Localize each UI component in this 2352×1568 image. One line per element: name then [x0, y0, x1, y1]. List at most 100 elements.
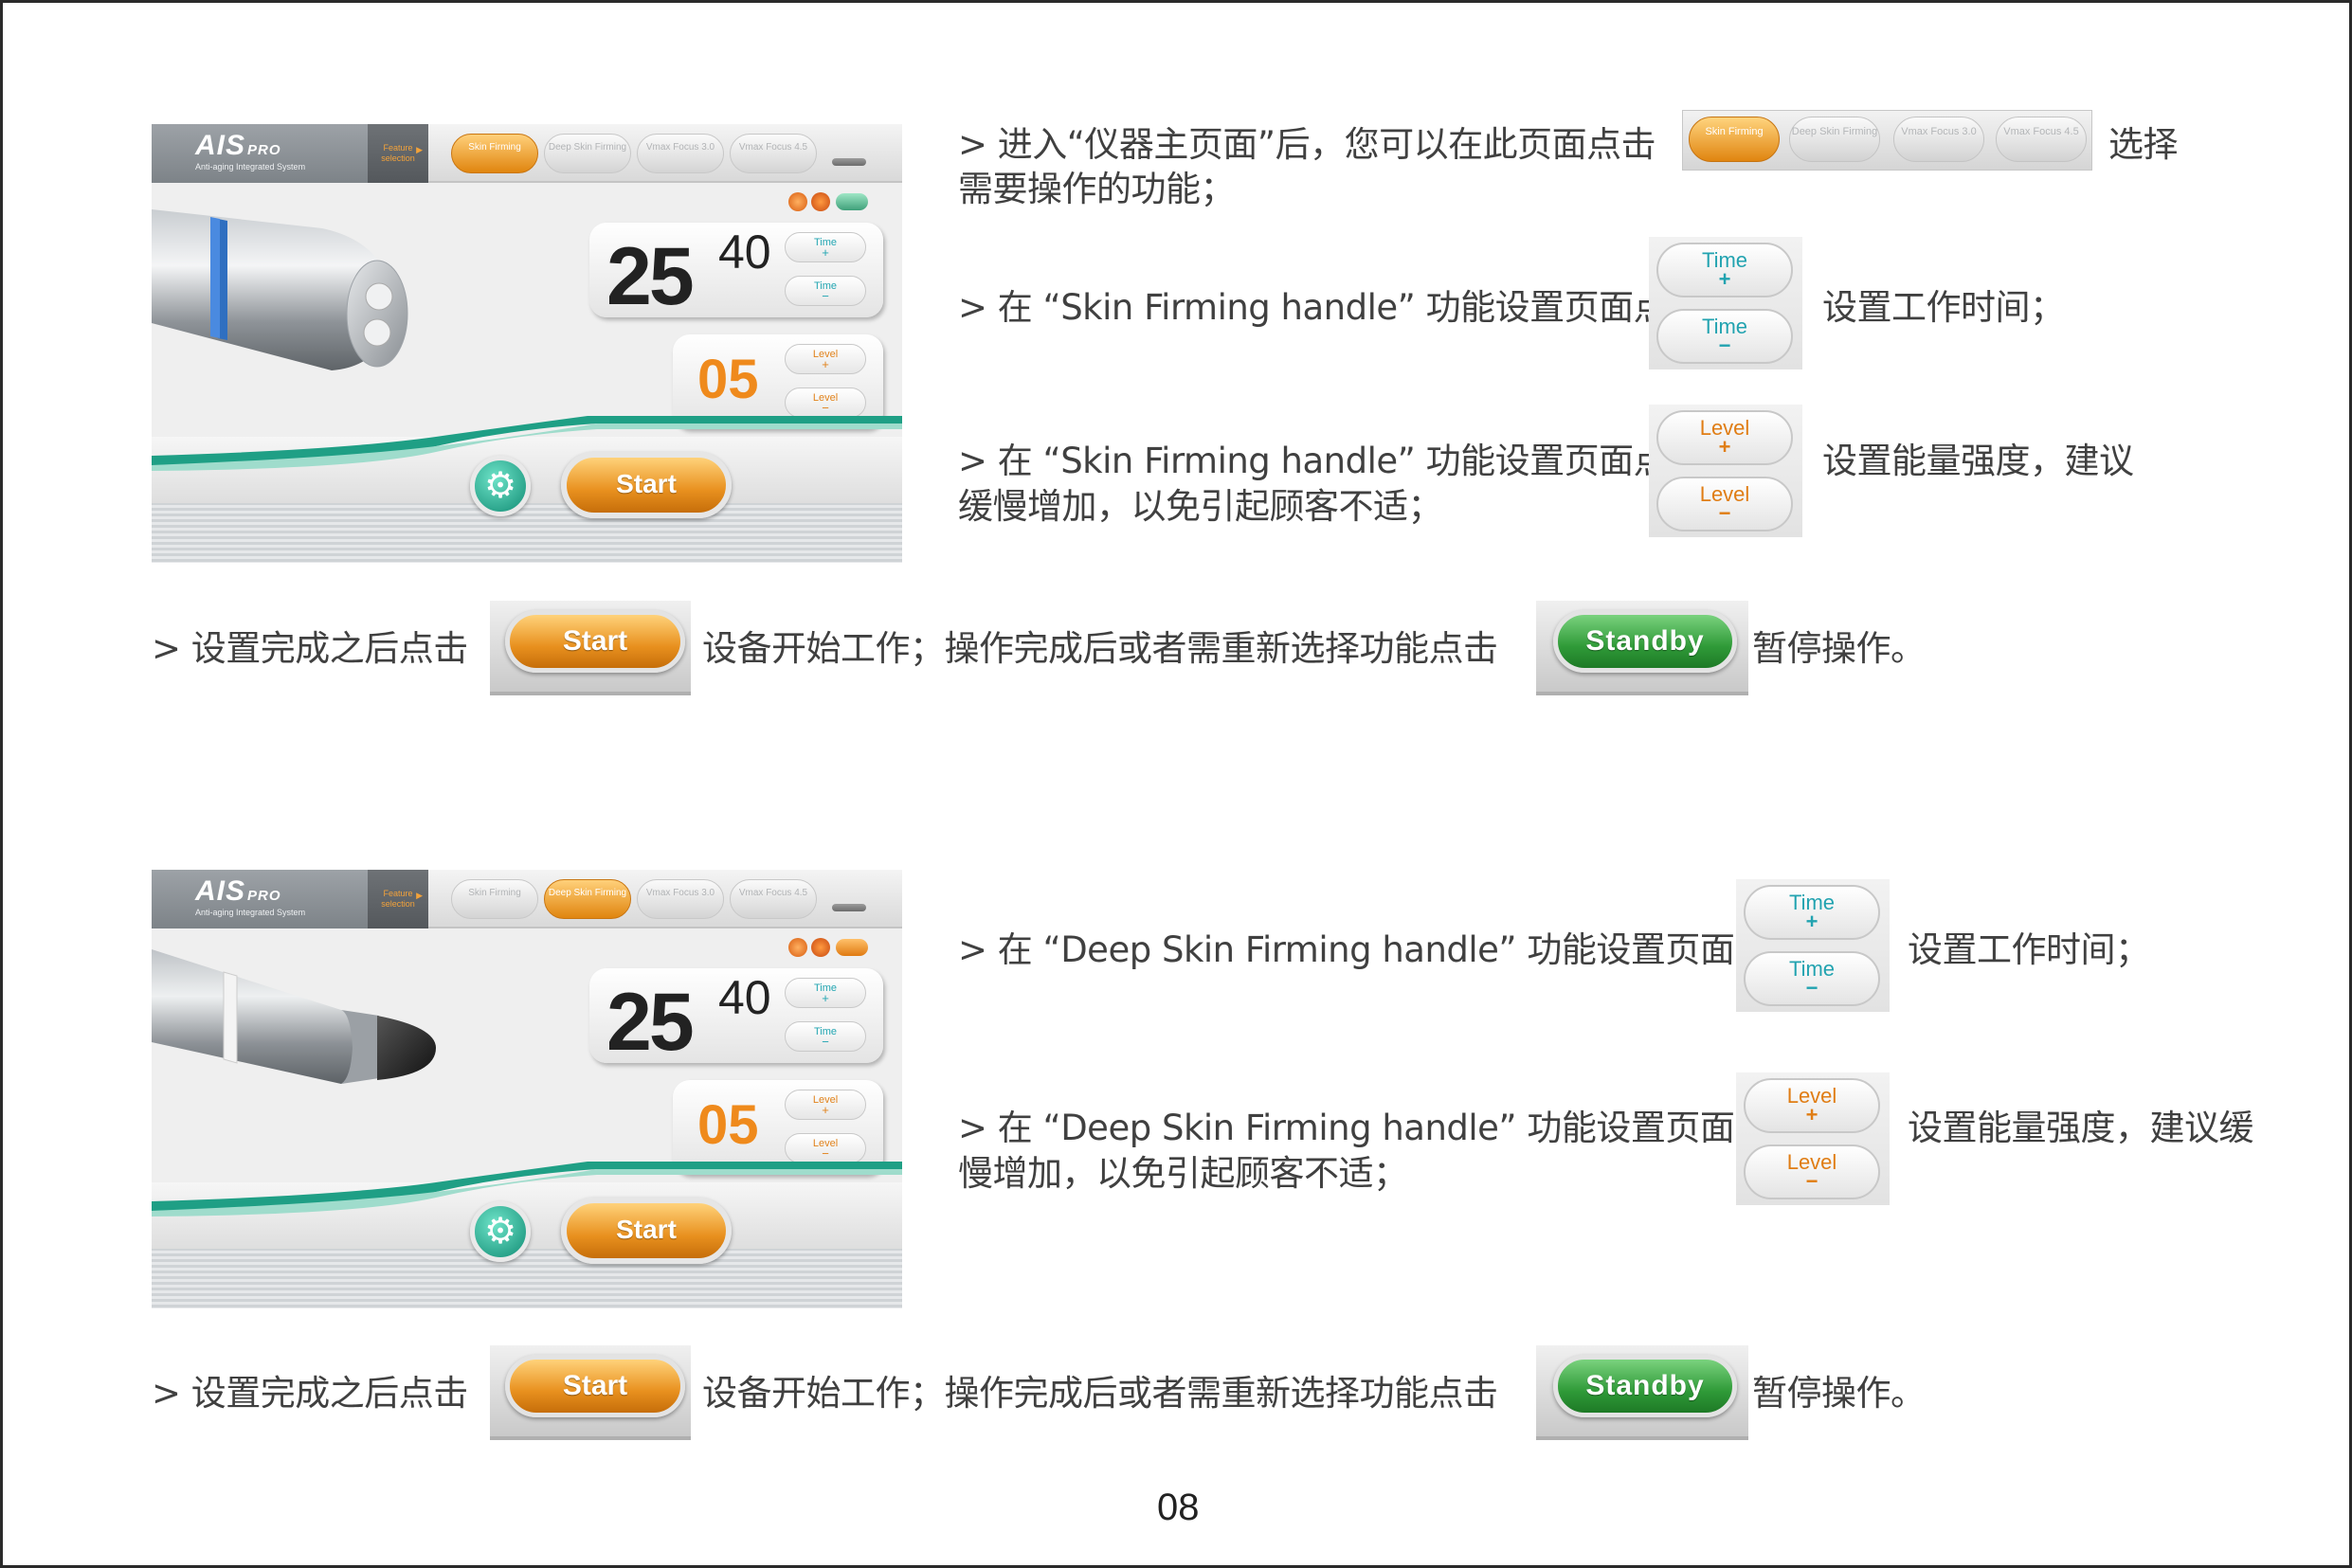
gear-settings-button[interactable]: ⚙ — [470, 456, 531, 516]
pic-time-minus: Time − — [1744, 951, 1880, 1006]
teal-wave-decoration — [152, 1162, 902, 1217]
logo-subtitle: Anti-aging Integrated System — [195, 908, 306, 917]
pic-plus: + — [1805, 910, 1818, 933]
pic-standby-button: Standby — [1553, 610, 1737, 673]
logo-suffix: PRO — [247, 142, 281, 158]
handle-status-icon — [836, 939, 868, 956]
pic-start-button: Start — [505, 1355, 685, 1417]
pic-time-minus: Time − — [1656, 309, 1793, 364]
tab-skin-firming[interactable]: Skin Firming — [451, 879, 538, 919]
feature-selection-label: Feature selection — [368, 870, 428, 928]
pic-start-button: Start — [505, 610, 685, 673]
level-plus-button[interactable]: Level + — [785, 344, 866, 374]
device-screen-deep-skin-firming: AIS PRO Anti-aging Integrated System Feat… — [152, 870, 902, 1308]
time-minus-button[interactable]: Time − — [785, 1021, 866, 1052]
pic-level-minus: Level − — [1744, 1144, 1880, 1199]
level-value: 05 — [697, 1094, 759, 1156]
tab-deep-skin-firming[interactable]: Deep Skin Firming — [544, 134, 631, 173]
time-minus-button[interactable]: Time − — [785, 276, 866, 306]
level-value: 05 — [697, 349, 759, 410]
timer-panel: 25 40 Time + Time − — [589, 968, 883, 1068]
pic-tab-vmax-focus-3: Vmax Focus 3.0 — [1893, 117, 1984, 162]
pic-level-plus: Level + — [1744, 1078, 1880, 1133]
pic-tab-deep-skin-firming: Deep Skin Firming — [1789, 117, 1880, 162]
pic-tab-vmax-focus-4-5: Vmax Focus 4.5 — [1996, 117, 2087, 162]
tab-deep-skin-firming[interactable]: Deep Skin Firming — [544, 879, 631, 919]
start-button-picture: Start — [490, 601, 691, 695]
pic-time-plus: Time + — [1656, 243, 1793, 297]
s2-line3-text: > 设置完成之后点击 — [152, 1373, 468, 1414]
tab-vmax-focus-3[interactable]: Vmax Focus 3.0 — [637, 134, 724, 173]
tab-vmax-focus-4-5[interactable]: Vmax Focus 4.5 — [730, 879, 817, 919]
s1-line3-text: > 在 “Skin Firming handle” 功能设置页面点击 — [958, 441, 1703, 481]
plus-sign: + — [822, 245, 829, 260]
s2-line2-suffix: 设置能量强度，建议缓 — [1908, 1108, 2254, 1148]
s2-line2-text: > 在 “Deep Skin Firming handle” 功能设置页面点击 — [958, 1108, 1804, 1148]
pic-minus: − — [1805, 976, 1818, 1000]
pic-minus: − — [1718, 501, 1731, 525]
teal-wave-decoration — [152, 416, 902, 471]
time-buttons-picture: Time + Time − — [1736, 879, 1890, 1012]
gear-settings-button[interactable]: ⚙ — [470, 1201, 531, 1262]
time-buttons-picture: Time + Time − — [1649, 237, 1802, 369]
s1-line1-cont: 需要操作的功能； — [958, 169, 1236, 209]
logo-text: AIS — [195, 875, 246, 907]
menu-dash-icon[interactable] — [832, 904, 866, 911]
standby-button-picture: Standby — [1536, 601, 1748, 695]
minus-sign: − — [822, 1035, 829, 1049]
s1-line2-text: > 在 “Skin Firming handle” 功能设置页面点击 — [958, 287, 1703, 328]
logo: AIS PRO — [195, 130, 281, 162]
logo-text: AIS — [195, 130, 246, 161]
s2-line2-cont: 慢增加，以免引起顾客不适； — [958, 1153, 1408, 1194]
logo-box: AIS PRO Anti-aging Integrated System — [152, 870, 368, 928]
screen-top-bar: AIS PRO Anti-aging Integrated System Feat… — [152, 124, 902, 183]
s1-line1-suffix: 选择 — [2108, 124, 2179, 165]
menu-dash-icon[interactable] — [832, 158, 866, 166]
pic-standby-button: Standby — [1553, 1355, 1737, 1417]
tab-vmax-focus-3[interactable]: Vmax Focus 3.0 — [637, 879, 724, 919]
tabs-picture: Skin Firming Deep Skin Firming Vmax Focu… — [1682, 110, 2092, 171]
logo: AIS PRO — [195, 875, 281, 908]
pic-plus: + — [1718, 267, 1731, 291]
device-screen-skin-firming: AIS PRO Anti-aging Integrated System Feat… — [152, 124, 902, 563]
s1-line4-end: 暂停操作。 — [1752, 628, 1926, 669]
plus-sign: + — [822, 357, 829, 371]
level-buttons-picture: Level + Level − — [1736, 1072, 1890, 1205]
warning-icon — [788, 938, 807, 957]
time-plus-button[interactable]: Time + — [785, 978, 866, 1008]
start-button-picture: Start — [490, 1345, 691, 1440]
plus-sign: + — [822, 991, 829, 1005]
pic-minus: − — [1718, 333, 1731, 357]
tab-vmax-focus-4-5[interactable]: Vmax Focus 4.5 — [730, 134, 817, 173]
level-plus-button[interactable]: Level + — [785, 1090, 866, 1120]
timer-panel: 25 40 Time + Time − — [589, 223, 883, 322]
s1-line4-mid: 设备开始工作；操作完成后或者需重新选择功能点击 — [702, 628, 1498, 669]
alert-icon — [811, 938, 830, 957]
warning-icon — [788, 192, 807, 211]
manual-page: AIS PRO Anti-aging Integrated System Feat… — [0, 0, 2352, 1568]
deep-skin-firming-handle-image — [152, 949, 436, 1084]
timer-minutes: 25 — [606, 231, 695, 322]
handle-status-icon — [836, 193, 868, 210]
s1-line3-cont: 缓慢增加，以免引起顾客不适； — [958, 486, 1443, 527]
plus-sign: + — [822, 1103, 829, 1117]
tab-skin-firming[interactable]: Skin Firming — [451, 134, 538, 173]
s2-line3-mid: 设备开始工作；操作完成后或者需重新选择功能点击 — [702, 1373, 1498, 1414]
minus-sign: − — [822, 289, 829, 303]
logo-suffix: PRO — [247, 888, 281, 904]
s1-line3-suffix: 设置能量强度，建议 — [1822, 441, 2134, 481]
s2-line1-text: > 在 “Deep Skin Firming handle” 功能设置页面点击 — [958, 929, 1804, 970]
pic-level-plus: Level + — [1656, 410, 1793, 465]
pic-tab-skin-firming: Skin Firming — [1689, 117, 1780, 162]
pic-minus: − — [1805, 1169, 1818, 1193]
pic-plus: + — [1805, 1103, 1818, 1126]
s1-line2-suffix: 设置工作时间； — [1822, 287, 2065, 328]
standby-button-picture: Standby — [1536, 1345, 1748, 1440]
screen-start-button[interactable]: Start — [561, 452, 732, 518]
screen-start-button[interactable]: Start — [561, 1198, 732, 1264]
logo-box: AIS PRO Anti-aging Integrated System — [152, 124, 368, 183]
page-number: 08 — [1157, 1487, 1200, 1528]
pic-time-plus: Time + — [1744, 885, 1880, 940]
skin-firming-handle-image — [152, 209, 408, 370]
time-plus-button[interactable]: Time + — [785, 232, 866, 262]
